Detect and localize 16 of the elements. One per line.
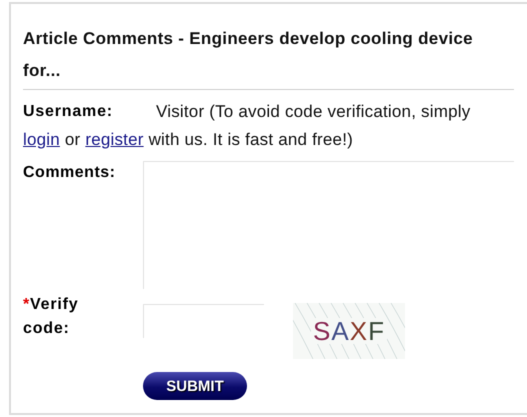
- or-text: or: [64, 130, 80, 149]
- captcha-letter: A: [331, 318, 350, 344]
- captcha-letter: F: [368, 318, 385, 344]
- comments-field[interactable]: [143, 161, 514, 289]
- login-link[interactable]: login: [23, 130, 60, 149]
- register-link[interactable]: register: [85, 130, 144, 149]
- captcha-letter: X: [350, 318, 368, 344]
- verify-code-field[interactable]: [143, 304, 264, 338]
- submit-button[interactable]: SUBMIT: [143, 372, 247, 400]
- panel-title: Article Comments - Engineers develop cooling device for...: [23, 28, 473, 82]
- captcha-letter: S: [313, 318, 332, 344]
- field-label: Comments:: [23, 163, 117, 183]
- field-label: *Verify code:: [23, 295, 80, 339]
- field-label: Username:: [23, 102, 114, 122]
- info-text: with us. It is fast and free!): [148, 130, 353, 149]
- username-text: Visitor (To avoid code verification, simply: [156, 102, 470, 121]
